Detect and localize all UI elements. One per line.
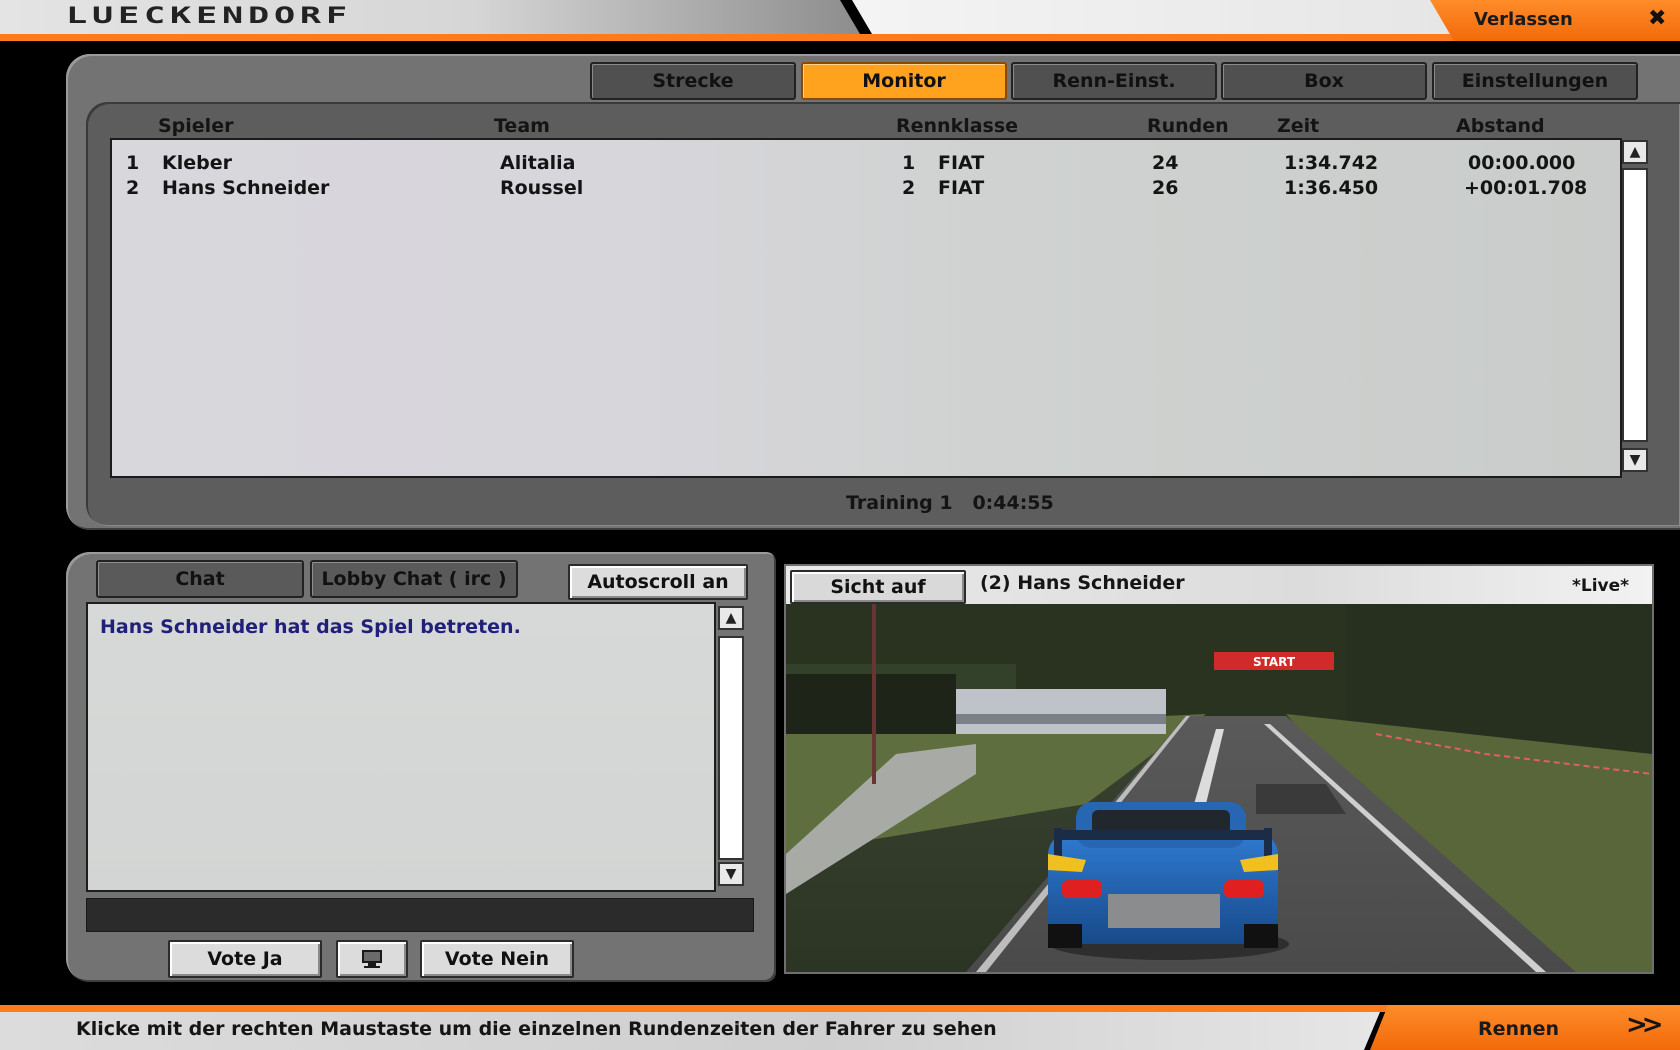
team-cell: Alitalia — [500, 152, 576, 174]
table-row[interactable]: 1 Kleber Alitalia 1 FIAT 24 1:34.742 00:… — [112, 152, 1620, 177]
scroll-track[interactable] — [718, 636, 744, 860]
spectators — [956, 689, 1166, 734]
standings-scrollbar[interactable]: ▲ ▼ — [1622, 140, 1650, 476]
time-cell: 1:36.450 — [1284, 177, 1379, 199]
tab-strecke[interactable]: Strecke — [590, 62, 796, 100]
tab-box[interactable]: Box — [1221, 62, 1427, 100]
race-scene: START — [786, 604, 1652, 972]
gap-cell: 00:00.000 — [1468, 152, 1576, 174]
time-cell: 1:34.742 — [1284, 152, 1379, 174]
double-chevron-right-icon[interactable]: >> — [1626, 1010, 1663, 1040]
team-cell: Roussel — [500, 177, 584, 199]
exit-label[interactable]: Verlassen — [1474, 9, 1573, 30]
monitor-icon — [362, 950, 382, 968]
standings-table: 1 Kleber Alitalia 1 FIAT 24 1:34.742 00:… — [110, 138, 1622, 478]
footer-accent-line — [0, 1005, 1400, 1012]
camera-driver-label: (2) Hans Schneider — [980, 572, 1185, 594]
class-name-cell: FIAT — [938, 152, 985, 174]
start-banner-text: START — [1253, 655, 1296, 669]
live-camera-view: START — [786, 604, 1652, 972]
close-icon[interactable]: ✖ — [1648, 6, 1666, 31]
monitor-button[interactable] — [336, 940, 408, 978]
vote-no-button[interactable]: Vote Nein — [420, 940, 574, 978]
class-number-cell: 2 — [902, 177, 916, 199]
fence — [786, 674, 956, 734]
position-cell: 2 — [126, 177, 140, 199]
session-name: Training 1 — [846, 492, 953, 514]
view-select-button[interactable]: Sicht auf — [790, 570, 966, 604]
scroll-up-icon[interactable]: ▲ — [1622, 140, 1648, 164]
class-name-cell: FIAT — [938, 177, 985, 199]
tab-renn-einst[interactable]: Renn-Einst. — [1011, 62, 1217, 100]
scroll-down-icon[interactable]: ▼ — [1622, 448, 1648, 472]
laps-cell: 26 — [1152, 177, 1179, 199]
tab-einstellungen[interactable]: Einstellungen — [1432, 62, 1638, 100]
position-cell: 1 — [126, 152, 140, 174]
chat-scrollbar[interactable]: ▲ ▼ — [716, 604, 746, 890]
gap-cell: +00:01.708 — [1464, 177, 1588, 199]
race-label[interactable]: Rennen — [1478, 1018, 1559, 1040]
chat-message: Hans Schneider hat das Spiel betreten. — [100, 616, 521, 638]
session-status: Training 1 0:44:55 — [846, 492, 1054, 514]
autoscroll-button[interactable]: Autoscroll an — [568, 564, 748, 600]
table-row[interactable]: 2 Hans Schneider Roussel 2 FIAT 26 1:36.… — [112, 177, 1620, 202]
session-time: 0:44:55 — [972, 492, 1054, 514]
chat-log: Hans Schneider hat das Spiel betreten. — [86, 602, 716, 892]
tab-lobby-chat[interactable]: Lobby Chat ( irc ) — [310, 560, 518, 598]
light-pole — [872, 604, 876, 784]
column-header-gap[interactable]: Abstand — [1456, 115, 1545, 137]
column-header-time[interactable]: Zeit — [1277, 115, 1319, 137]
live-indicator: *Live* — [1572, 576, 1630, 596]
column-header-player[interactable]: Spieler — [158, 115, 233, 137]
player-cell: Hans Schneider — [162, 177, 330, 199]
vote-yes-button[interactable]: Vote Ja — [168, 940, 322, 978]
scroll-up-icon[interactable]: ▲ — [718, 606, 744, 630]
tab-monitor[interactable]: Monitor — [801, 62, 1007, 100]
header-plate — [852, 0, 1452, 34]
column-header-class[interactable]: Rennklasse — [896, 115, 1018, 137]
tab-chat[interactable]: Chat — [96, 560, 304, 598]
chat-input[interactable] — [86, 898, 754, 932]
scroll-track[interactable] — [1622, 168, 1648, 442]
scroll-down-icon[interactable]: ▼ — [718, 862, 744, 886]
class-number-cell: 1 — [902, 152, 916, 174]
header-accent-line — [0, 34, 1680, 41]
app-title: LUECKENDORF — [66, 4, 352, 29]
hint-text: Klicke mit der rechten Maustaste um die … — [76, 1018, 997, 1040]
laps-cell: 24 — [1152, 152, 1179, 174]
player-cell: Kleber — [162, 152, 232, 174]
column-header-team[interactable]: Team — [494, 115, 550, 137]
top-bar: LUECKENDORF Verlassen ✖ — [0, 0, 1680, 44]
column-header-laps[interactable]: Runden — [1147, 115, 1229, 137]
